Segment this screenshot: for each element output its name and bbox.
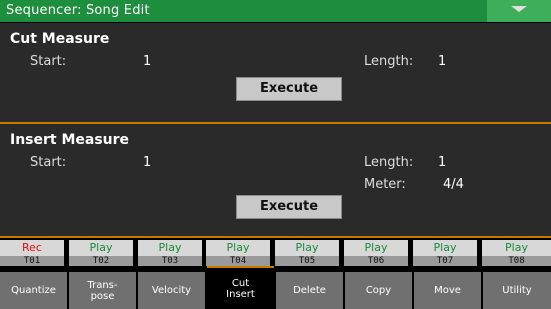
tab-utility[interactable]: Utility [483,272,551,309]
insert-length-value[interactable]: 1 [438,155,446,170]
track-name: T06 [344,256,408,266]
tab-label: Delete [293,285,326,296]
track-name: T02 [69,256,133,266]
tab-delete[interactable]: Delete [276,272,343,309]
cut-start-value[interactable]: 1 [143,54,151,69]
chevron-down-icon [511,6,527,12]
insert-length-label: Length: [364,155,414,170]
cut-execute-button[interactable]: Execute [236,77,342,101]
track-1[interactable]: Rec T01 [0,240,64,266]
tab-label: Trans- [87,279,118,291]
track-name: T05 [275,256,339,266]
tab-transpose[interactable]: Trans- pose [69,272,136,309]
track-state[interactable]: Play [344,240,408,256]
track-state[interactable]: Play [413,240,477,256]
track-5[interactable]: Play T05 [275,240,339,266]
insert-execute-button[interactable]: Execute [236,195,342,219]
insert-meter-value[interactable]: 4/4 [443,177,464,192]
tab-label: Utility [502,285,532,296]
tab-label: Move [434,285,461,296]
track-8[interactable]: Play T08 [482,240,551,266]
tab-move[interactable]: Move [414,272,481,309]
tab-label: Velocity [151,285,192,296]
cut-measure-title: Cut Measure [10,31,110,47]
tab-label: Quantize [11,285,56,296]
insert-start-value[interactable]: 1 [143,155,151,170]
track-2[interactable]: Play T02 [69,240,133,266]
tab-bar: Quantize Trans- pose Velocity Cut Insert… [0,266,551,309]
tab-cut-insert[interactable]: Cut Insert [207,266,274,309]
cut-length-label: Length: [364,54,414,69]
tab-velocity[interactable]: Velocity [138,272,205,309]
tab-label: Copy [365,285,392,296]
track-name: T03 [138,256,202,266]
track-name: T04 [206,256,270,266]
track-6[interactable]: Play T06 [344,240,408,266]
track-state[interactable]: Rec [0,240,64,256]
page-title: Sequencer: Song Edit [6,3,150,18]
track-7[interactable]: Play T07 [413,240,477,266]
track-state[interactable]: Play [206,240,270,256]
track-name: T07 [413,256,477,266]
tab-copy[interactable]: Copy [345,272,412,309]
cut-length-value[interactable]: 1 [438,54,446,69]
track-name: T01 [0,256,64,266]
track-4[interactable]: Play T04 [206,240,270,266]
tab-label-line2: Insert [226,288,255,300]
insert-measure-panel: Insert Measure Start: 1 Length: 1 Meter:… [0,124,551,236]
track-state[interactable]: Play [482,240,551,256]
track-3[interactable]: Play T03 [138,240,202,266]
track-state[interactable]: Play [69,240,133,256]
page-menu-button[interactable] [487,0,551,22]
insert-measure-title: Insert Measure [10,132,130,148]
tab-label: Cut [231,277,250,289]
tab-label-line2: pose [90,290,115,302]
track-state[interactable]: Play [275,240,339,256]
track-strip: Rec T01 Play T02 Play T03 Play T04 Play … [0,240,551,266]
insert-meter-label: Meter: [364,177,406,192]
insert-start-label: Start: [30,155,67,170]
tab-quantize[interactable]: Quantize [0,272,67,309]
cut-start-label: Start: [30,54,67,69]
title-bar: Sequencer: Song Edit [0,0,551,22]
track-state[interactable]: Play [138,240,202,256]
track-name: T08 [482,256,551,266]
section-divider [0,236,551,238]
cut-measure-panel: Cut Measure Start: 1 Length: 1 Execute [0,23,551,122]
